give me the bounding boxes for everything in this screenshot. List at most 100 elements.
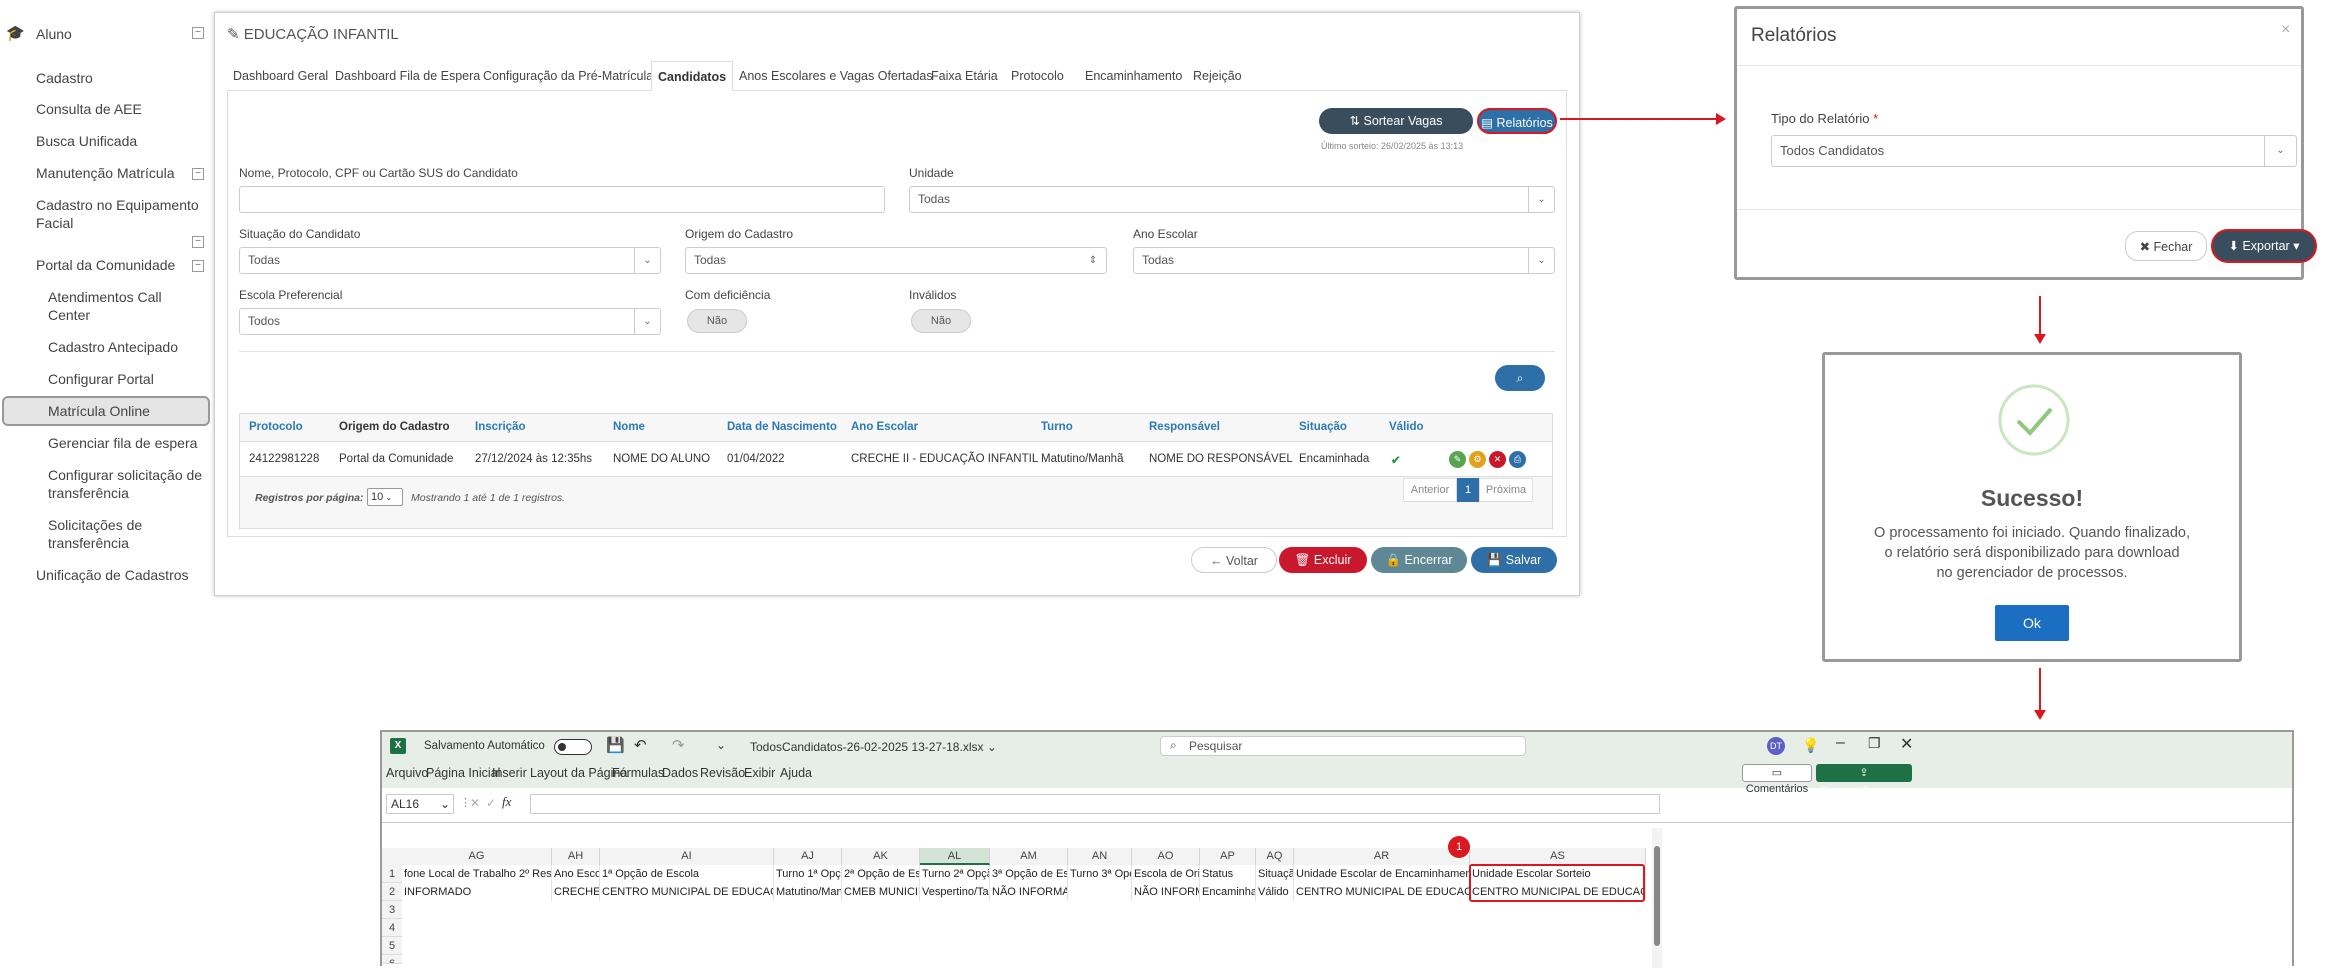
col-responsavel[interactable]: Responsável	[1149, 421, 1220, 433]
quick-access-icon[interactable]: ⌄	[716, 738, 726, 752]
file-name[interactable]: TodosCandidatos-26-02-2025 13-27-18.xlsx…	[750, 740, 997, 754]
save-icon[interactable]: 💾	[606, 736, 625, 754]
col-header-ar[interactable]: AR	[1294, 848, 1470, 865]
redo-icon[interactable]: ↷	[672, 736, 685, 754]
tipo-select[interactable]: Todos Candidatos ⌄	[1771, 135, 2297, 167]
pagination-prev[interactable]: Anterior	[1403, 478, 1457, 502]
tab-dashboard-fila[interactable]: Dashboard Fila de Espera	[329, 61, 486, 91]
collapse-icon[interactable]: −	[192, 236, 204, 248]
sidebar-item-consulta-aee[interactable]: Consulta de AEE	[36, 101, 142, 118]
cancel-icon[interactable]: ✕	[470, 796, 480, 810]
cell-ai1[interactable]: 1ª Opção de Escola	[600, 865, 774, 883]
col-header-ah[interactable]: AH	[552, 848, 600, 865]
window-close-icon[interactable]: ✕	[1900, 734, 1913, 754]
gear-icon[interactable]: ⚙	[1469, 451, 1486, 468]
col-header-ai[interactable]: AI	[600, 848, 774, 865]
cell-ap2[interactable]: Encaminhada	[1200, 883, 1256, 901]
menu-ajuda[interactable]: Ajuda	[780, 766, 812, 780]
tab-protocolo[interactable]: Protocolo	[1005, 61, 1070, 91]
avatar[interactable]: DT	[1767, 737, 1785, 755]
situacao-select[interactable]: Todas ⌄	[239, 247, 661, 274]
tab-candidatos[interactable]: Candidatos	[651, 61, 734, 91]
sidebar-item-unificacao[interactable]: Unificação de Cadastros	[36, 567, 189, 584]
print-icon[interactable]: ⎙	[1509, 451, 1526, 468]
cell-am1[interactable]: 3ª Opção de Escola	[990, 865, 1068, 883]
cell-an1[interactable]: Turno 3ª Opção	[1068, 865, 1132, 883]
edit-row-icon[interactable]: ✎	[1449, 451, 1466, 468]
sidebar-item-busca-unificada[interactable]: Busca Unificada	[36, 133, 137, 150]
fx-icon[interactable]: fx	[502, 794, 511, 810]
cell-ah2[interactable]: CRECHE II	[552, 883, 600, 901]
confirm-icon[interactable]: ✓	[486, 796, 496, 810]
cell-ao2[interactable]: NÃO INFORMADO	[1132, 883, 1200, 901]
formula-bar[interactable]	[530, 794, 1660, 814]
deficiencia-toggle[interactable]: Não	[687, 309, 747, 333]
restore-icon[interactable]: ❐	[1868, 735, 1881, 752]
cell-al1[interactable]: Turno 2ª Opção	[920, 865, 990, 883]
menu-exibir[interactable]: Exibir	[744, 766, 775, 780]
sidebar-sub-matricula-online[interactable]: Matrícula Online	[48, 403, 150, 420]
row-header-1[interactable]: 1	[382, 865, 402, 883]
tab-dashboard-geral[interactable]: Dashboard Geral	[227, 61, 334, 91]
sidebar-sub-atendimentos[interactable]: Atendimentos Call	[48, 289, 162, 306]
col-header-an[interactable]: AN	[1068, 848, 1132, 865]
col-header-ak[interactable]: AK	[842, 848, 920, 865]
cell-ai2[interactable]: CENTRO MUNICIPAL DE EDUCACAO INFANTIL I	[600, 883, 774, 901]
sidebar-sub-solicitacoes-2[interactable]: transferência	[48, 535, 129, 552]
col-nome[interactable]: Nome	[613, 421, 645, 433]
cell-ag2[interactable]: INFORMADO	[402, 883, 552, 901]
cell-ar1[interactable]: Unidade Escolar de Encaminhamento	[1294, 865, 1470, 883]
menu-formulas[interactable]: Fórmulas	[612, 766, 664, 780]
cell-ar2[interactable]: CENTRO MUNICIPAL DE EDUCACAO INFANTIL I	[1294, 883, 1470, 901]
fechar-button[interactable]: ✖ Fechar	[2125, 231, 2207, 261]
select-all-corner[interactable]	[382, 848, 402, 865]
ok-button[interactable]: Ok	[1995, 605, 2069, 641]
row-header-2[interactable]: 2	[382, 883, 402, 901]
sidebar-item-cadastro[interactable]: Cadastro	[36, 70, 93, 87]
lightbulb-icon[interactable]: 💡	[1802, 737, 1819, 754]
cell-aj1[interactable]: Turno 1ª Opção	[774, 865, 842, 883]
minimize-icon[interactable]: –	[1836, 734, 1845, 752]
col-header-aq[interactable]: AQ	[1256, 848, 1294, 865]
per-page-select[interactable]: 10 ⌄	[367, 488, 403, 506]
sidebar-item-manutencao-matricula[interactable]: Manutenção Matrícula	[36, 165, 175, 182]
menu-arquivo[interactable]: Arquivo	[386, 766, 428, 780]
tab-encaminhamento[interactable]: Encaminhamento	[1079, 61, 1188, 91]
vertical-scrollbar[interactable]	[1652, 828, 1662, 968]
row-header-5[interactable]: 5	[382, 937, 402, 955]
sidebar-header[interactable]: 🎓 Aluno	[6, 24, 206, 44]
sidebar-item-cadastro-equipamento-2[interactable]: Facial	[36, 215, 73, 232]
pagination-next[interactable]: Próxima	[1479, 478, 1533, 502]
menu-revisao[interactable]: Revisão	[700, 766, 745, 780]
origem-select[interactable]: Todas ⇕	[685, 247, 1107, 274]
encerrar-button[interactable]: 🔒 Encerrar	[1371, 547, 1467, 573]
close-icon[interactable]: ×	[2281, 21, 2290, 39]
sortear-vagas-button[interactable]: ⇅ Sortear Vagas	[1319, 108, 1473, 134]
collapse-icon[interactable]: −	[192, 260, 204, 272]
col-header-aj[interactable]: AJ	[774, 848, 842, 865]
menu-inserir[interactable]: Inserir	[492, 766, 527, 780]
sidebar-item-cadastro-equipamento[interactable]: Cadastro no Equipamento	[36, 197, 199, 214]
collapse-icon[interactable]: −	[192, 27, 204, 39]
col-ano[interactable]: Ano Escolar	[851, 421, 918, 433]
cell-ag1[interactable]: fone Local de Trabalho 2º Responsável	[402, 865, 552, 883]
undo-icon[interactable]: ↶	[634, 736, 647, 754]
cell-ap1[interactable]: Status	[1200, 865, 1256, 883]
sidebar-sub-gerenciar-fila[interactable]: Gerenciar fila de espera	[48, 435, 197, 452]
sidebar-sub-solicitacoes[interactable]: Solicitações de	[48, 517, 142, 534]
salvar-button[interactable]: 💾 Salvar	[1471, 547, 1557, 573]
col-inscricao[interactable]: Inscrição	[475, 421, 526, 433]
search-input[interactable]: Pesquisar	[1160, 736, 1526, 756]
exportar-button[interactable]: ⬇ Exportar ▾	[2211, 229, 2317, 263]
cell-am2[interactable]: NÃO INFORMADO	[990, 883, 1068, 901]
invalidos-toggle[interactable]: Não	[911, 309, 971, 333]
name-box[interactable]: AL16 ⌄	[386, 794, 454, 814]
escola-select[interactable]: Todos ⌄	[239, 308, 661, 335]
cell-an2[interactable]	[1068, 883, 1132, 901]
share-button[interactable]: ⇪ Compartilhamento ⌄	[1816, 764, 1912, 815]
col-header-al[interactable]: AL	[920, 848, 990, 865]
tab-faixa-etaria[interactable]: Faixa Etária	[925, 61, 1004, 91]
col-header-ao[interactable]: AO	[1132, 848, 1200, 865]
col-turno[interactable]: Turno	[1041, 421, 1073, 433]
tab-anos-escolares[interactable]: Anos Escolares e Vagas Ofertadas	[733, 61, 939, 91]
